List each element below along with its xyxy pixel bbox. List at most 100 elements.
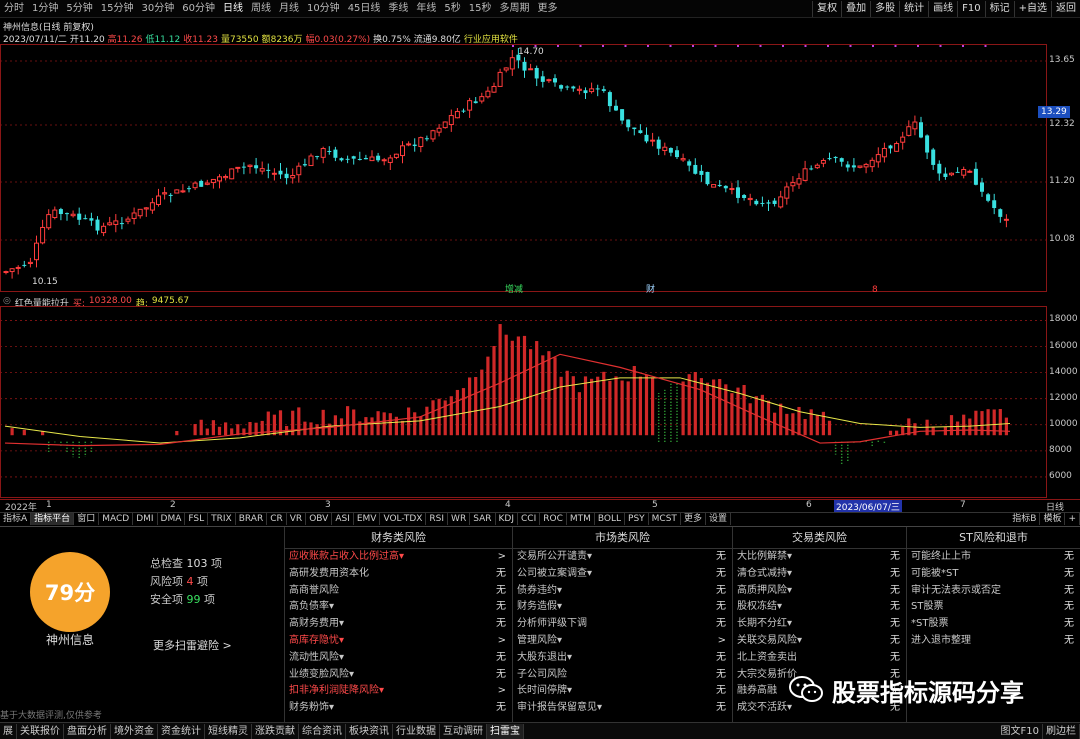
period-12[interactable]: 年线 bbox=[412, 0, 440, 18]
indicator-tab-12[interactable]: ASI bbox=[332, 513, 354, 525]
indicator-tab-right-2[interactable]: + bbox=[1065, 513, 1080, 525]
risk-item[interactable]: 大比例解禁▾ 无 bbox=[733, 549, 906, 566]
indicator-tab-13[interactable]: EMV bbox=[354, 513, 381, 525]
period-11[interactable]: 季线 bbox=[384, 0, 412, 18]
indicator-tab-right-1[interactable]: 模板 bbox=[1040, 513, 1066, 525]
indicator-tab-24[interactable]: MCST bbox=[649, 513, 681, 525]
risk-item[interactable]: 财务粉饰▾ 无 bbox=[285, 700, 512, 717]
indicator-tab-15[interactable]: RSI bbox=[426, 513, 449, 525]
period-16[interactable]: 更多 bbox=[534, 0, 562, 18]
period-0[interactable]: 分时 bbox=[0, 0, 28, 18]
period-8[interactable]: 月线 bbox=[275, 0, 303, 18]
indicator-tab-7[interactable]: TRIX bbox=[208, 513, 236, 525]
bottom-tab-6[interactable]: 涨跌贡献 bbox=[252, 723, 299, 739]
indicator-tab-18[interactable]: KDJ bbox=[496, 513, 518, 525]
indicator-tab-10[interactable]: VR bbox=[287, 513, 307, 525]
risk-item[interactable]: 可能被*ST 无 bbox=[907, 566, 1080, 583]
risk-item[interactable]: 进入退市整理 无 bbox=[907, 633, 1080, 650]
indicator-tab-3[interactable]: MACD bbox=[99, 513, 134, 525]
indicator-tab-20[interactable]: ROC bbox=[540, 513, 567, 525]
toolbar-button-0[interactable]: 复权 bbox=[812, 1, 841, 17]
indicator-tab-19[interactable]: CCI bbox=[518, 513, 541, 525]
bottom-tab-3[interactable]: 境外资金 bbox=[111, 723, 158, 739]
indicator-tab-0[interactable]: 指标A bbox=[0, 513, 32, 525]
period-4[interactable]: 30分钟 bbox=[137, 0, 178, 18]
bottom-tab-5[interactable]: 短线精灵 bbox=[205, 723, 252, 739]
period-10[interactable]: 45日线 bbox=[344, 0, 385, 18]
risk-item[interactable]: 审计无法表示或否定 无 bbox=[907, 583, 1080, 600]
period-15[interactable]: 多周期 bbox=[496, 0, 534, 18]
bottom-tab-9[interactable]: 行业数据 bbox=[393, 723, 440, 739]
bottom-tab-7[interactable]: 综合资讯 bbox=[299, 723, 346, 739]
risk-item[interactable]: 高质押风险▾ 无 bbox=[733, 583, 906, 600]
risk-item[interactable]: 大股东退出▾ 无 bbox=[513, 650, 732, 667]
risk-item[interactable]: 分析师评级下调 无 bbox=[513, 616, 732, 633]
risk-item[interactable]: 可能终止上市 无 bbox=[907, 549, 1080, 566]
risk-item[interactable]: 高财务费用▾ 无 bbox=[285, 616, 512, 633]
toolbar-button-2[interactable]: 多股 bbox=[870, 1, 899, 17]
risk-item[interactable]: 扣非净利润陡降风险▾ > bbox=[285, 683, 512, 700]
indicator-tab-11[interactable]: OBV bbox=[306, 513, 333, 525]
risk-item[interactable]: 高商誉风险 无 bbox=[285, 583, 512, 600]
toolbar-button-6[interactable]: 标记 bbox=[984, 1, 1014, 17]
risk-item[interactable]: 高研发费用资本化 无 bbox=[285, 566, 512, 583]
bottom-tab-0[interactable]: 展 bbox=[0, 723, 17, 739]
risk-item[interactable]: ST股票 无 bbox=[907, 599, 1080, 616]
risk-item[interactable]: 流动性风险▾ 无 bbox=[285, 650, 512, 667]
risk-item[interactable]: 业绩变脸风险▾ 无 bbox=[285, 667, 512, 684]
kline-chart[interactable]: 14.70 10.15 增减 财 8 bbox=[0, 44, 1080, 293]
bottom-right-0[interactable]: 图文F10 bbox=[998, 723, 1043, 739]
risk-item[interactable]: 高库存隐忧▾ > bbox=[285, 633, 512, 650]
indicator-tab-14[interactable]: VOL-TDX bbox=[380, 513, 427, 525]
indicator-tab-22[interactable]: BOLL bbox=[595, 513, 626, 525]
bottom-tab-2[interactable]: 盘面分析 bbox=[64, 723, 111, 739]
risk-item[interactable]: 管理风险▾ > bbox=[513, 633, 732, 650]
risk-item[interactable]: 审计报告保留意见▾ 无 bbox=[513, 700, 732, 717]
period-3[interactable]: 15分钟 bbox=[97, 0, 138, 18]
risk-item[interactable]: 长时间停牌▾ 无 bbox=[513, 683, 732, 700]
bottom-tab-10[interactable]: 互动调研 bbox=[440, 723, 487, 739]
bottom-tab-1[interactable]: 关联报价 bbox=[17, 723, 64, 739]
toolbar-button-4[interactable]: 画线 bbox=[928, 1, 957, 17]
risk-item[interactable]: 交易所公开谴责▾ 无 bbox=[513, 549, 732, 566]
risk-item[interactable]: 关联交易风险▾ 无 bbox=[733, 633, 906, 650]
indicator-tab-2[interactable]: 窗口 bbox=[74, 513, 100, 525]
indicator-tab-16[interactable]: WR bbox=[448, 513, 471, 525]
bottom-tab-11[interactable]: 扫雷宝 bbox=[487, 723, 524, 739]
risk-item[interactable]: 财务造假▾ 无 bbox=[513, 599, 732, 616]
more-risk-link[interactable]: 更多扫雷避险 > bbox=[153, 637, 232, 653]
indicator-tab-1[interactable]: 指标平台 bbox=[31, 513, 75, 525]
period-14[interactable]: 15秒 bbox=[465, 0, 496, 18]
toolbar-button-5[interactable]: F10 bbox=[957, 1, 984, 17]
indicator-tab-5[interactable]: DMA bbox=[158, 513, 186, 525]
indicator-tab-17[interactable]: SAR bbox=[470, 513, 496, 525]
risk-item[interactable]: 公司被立案调查▾ 无 bbox=[513, 566, 732, 583]
period-7[interactable]: 周线 bbox=[247, 0, 275, 18]
risk-item[interactable]: 北上资金卖出 无 bbox=[733, 650, 906, 667]
period-5[interactable]: 60分钟 bbox=[178, 0, 219, 18]
risk-item[interactable]: 股权冻结▾ 无 bbox=[733, 599, 906, 616]
toolbar-button-1[interactable]: 叠加 bbox=[841, 1, 870, 17]
period-6[interactable]: 日线 bbox=[219, 0, 247, 18]
indicator-tab-26[interactable]: 设置 bbox=[706, 513, 731, 525]
risk-item[interactable]: 清仓式减持▾ 无 bbox=[733, 566, 906, 583]
indicator-tab-right-0[interactable]: 指标B bbox=[1009, 513, 1041, 525]
indicator-tab-8[interactable]: BRAR bbox=[236, 513, 268, 525]
risk-item[interactable]: 高负债率▾ 无 bbox=[285, 599, 512, 616]
toolbar-button-3[interactable]: 统计 bbox=[899, 1, 928, 17]
indicator-tab-25[interactable]: 更多 bbox=[681, 513, 706, 525]
indicator-tab-21[interactable]: MTM bbox=[567, 513, 595, 525]
period-2[interactable]: 5分钟 bbox=[62, 0, 96, 18]
risk-item[interactable]: 长期不分红▾ 无 bbox=[733, 616, 906, 633]
bottom-right-1[interactable]: 刷边栏 bbox=[1043, 723, 1080, 739]
toolbar-button-7[interactable]: +自选 bbox=[1013, 1, 1051, 17]
indicator-tab-9[interactable]: CR bbox=[267, 513, 287, 525]
risk-item[interactable]: *ST股票 无 bbox=[907, 616, 1080, 633]
bottom-tab-8[interactable]: 板块资讯 bbox=[346, 723, 393, 739]
indicator-chart[interactable] bbox=[0, 306, 1080, 498]
risk-item[interactable]: 债券违约▾ 无 bbox=[513, 583, 732, 600]
indicator-tab-6[interactable]: FSL bbox=[185, 513, 209, 525]
period-1[interactable]: 1分钟 bbox=[28, 0, 62, 18]
toolbar-button-8[interactable]: 返回 bbox=[1051, 1, 1080, 17]
period-13[interactable]: 5秒 bbox=[440, 0, 464, 18]
